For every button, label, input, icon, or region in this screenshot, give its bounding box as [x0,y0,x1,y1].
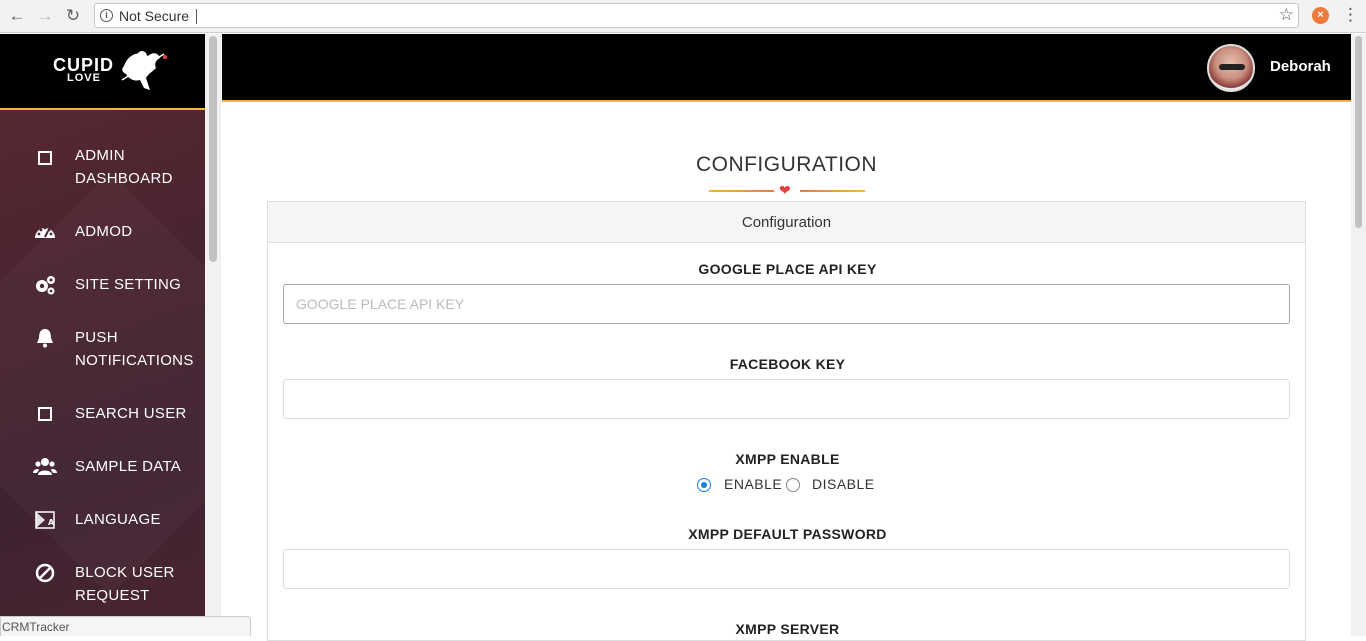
sidebar-item-admin-dashboard[interactable]: ADMIN DASHBOARD [0,144,205,192]
sidebar-item-label: SAMPLE DATA [75,458,182,475]
text-caret [196,9,197,24]
users-icon [33,458,57,475]
username[interactable]: Deborah [1270,58,1331,75]
square-icon [38,407,52,421]
sidebar-item-admod[interactable]: ADMOD [0,220,205,245]
arrow-right-icon[interactable]: → [34,5,56,27]
divider-line-right [800,190,865,192]
title-divider: ❤ [709,182,865,198]
security-label[interactable]: Not Secure [119,8,189,24]
ban-icon [35,563,55,583]
sidebar-item-sample-data[interactable]: SAMPLE DATA [0,455,205,480]
sidebar-item-search-user[interactable]: SEARCH USER [0,402,205,427]
xmpp-disable-radio[interactable] [786,478,800,492]
sidebar-scrollbar-thumb[interactable] [209,36,217,262]
facebook-key-label: FACEBOOK KEY [729,356,846,372]
brand-logo[interactable]: CUPID LOVE [0,34,205,110]
brand-line2: LOVE [67,72,101,84]
sidebar-scrollbar[interactable] [205,34,221,636]
sidebar: CUPID LOVE ADMIN DASHBOARD ADMOD SITE SE… [0,34,205,636]
avatar[interactable] [1207,44,1255,92]
sidebar-item-label: PUSH NOTIFICATIONS [75,329,194,369]
page-title: CONFIGURATION [695,153,878,176]
xmpp-enable-radio-group: ENABLE DISABLE [268,475,1307,495]
browser-toolbar: ← → ↻ i Not Secure ☆ × ⋮ [0,0,1366,33]
arrow-left-icon[interactable]: ← [6,5,28,27]
sidebar-item-label: SEARCH USER [75,405,187,422]
google-api-key-label: GOOGLE PLACE API KEY [698,261,877,277]
language-icon: A [35,511,55,529]
sidebar-item-label: SITE SETTING [75,276,182,293]
page-scrollbar-thumb[interactable] [1355,36,1362,228]
browser-menu-icon[interactable]: ⋮ [1342,6,1359,23]
sidebar-item-label: LANGUAGE [75,511,161,528]
card-title: Configuration [268,202,1305,243]
xmpp-enable-radio[interactable] [697,478,711,492]
dashboard-gauge-icon [35,226,55,238]
google-api-key-input[interactable]: GOOGLE PLACE API KEY [283,284,1290,324]
extension-icon[interactable]: × [1312,7,1329,24]
facebook-key-input[interactable] [283,379,1290,419]
sidebar-item-label: ADMOD [75,223,133,240]
sidebar-item-push-notifications[interactable]: PUSH NOTIFICATIONS [0,326,205,374]
cupid-icon [121,51,167,90]
xmpp-password-label: XMPP DEFAULT PASSWORD [688,526,887,542]
xmpp-disable-option-label[interactable]: DISABLE [812,476,875,492]
sidebar-item-language[interactable]: A LANGUAGE [0,508,205,533]
gears-icon [36,276,55,295]
browser-status-bar: CRMTracker [0,616,251,636]
reload-icon[interactable]: ↻ [62,5,84,27]
sidebar-item-label: BLOCK USER REQUEST [75,564,175,604]
info-icon[interactable]: i [100,9,113,22]
sidebar-item-site-setting[interactable]: SITE SETTING [0,273,205,298]
svg-text:A: A [48,518,55,527]
configuration-card: Configuration GOOGLE PLACE API KEY GOOGL… [267,201,1306,641]
heart-icon: ❤ [779,182,791,198]
address-bar[interactable]: i Not Secure ☆ [94,3,1299,28]
square-icon [38,151,52,165]
bookmark-star-icon[interactable]: ☆ [1279,5,1294,25]
xmpp-server-label: XMPP SERVER [735,621,840,637]
bell-icon [37,329,53,348]
divider-line-left [709,190,774,192]
xmpp-enable-label: XMPP ENABLE [735,451,840,467]
page-scrollbar[interactable] [1351,34,1366,636]
xmpp-password-input[interactable] [283,549,1290,589]
xmpp-enable-option-label[interactable]: ENABLE [724,476,782,492]
sidebar-item-block-user-request[interactable]: BLOCK USER REQUEST [0,561,205,609]
sidebar-item-label: ADMIN DASHBOARD [75,147,173,187]
top-header: Deborah [222,34,1351,102]
